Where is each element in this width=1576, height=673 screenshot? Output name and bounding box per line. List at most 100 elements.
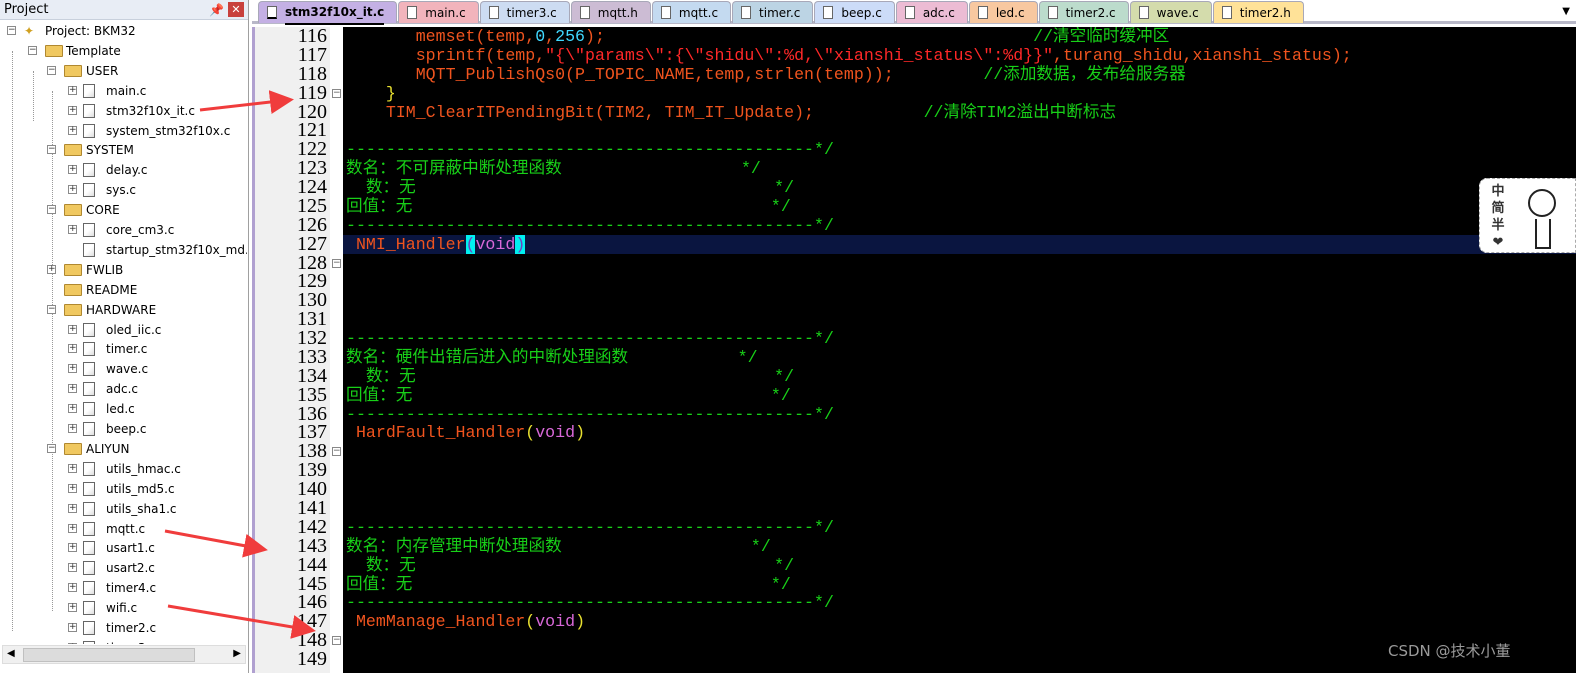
code-line[interactable] [343, 254, 1576, 273]
tree-item-delay-c[interactable]: + delay.c [0, 160, 247, 180]
code-line[interactable]: ----------------------------------------… [343, 518, 1576, 537]
floating-ime-widget[interactable]: 中简半 ❤ [1479, 178, 1576, 253]
expand-icon[interactable]: + [68, 364, 77, 374]
tree-item-core[interactable]: − CORE [0, 200, 247, 220]
code-line[interactable]: ----------------------------------------… [343, 329, 1576, 348]
code-line[interactable]: MemManage_Handler(void) [343, 612, 1576, 631]
tree-item-oled-iic-c[interactable]: + oled_iic.c [0, 320, 247, 340]
tree-item-beep-c[interactable]: + beep.c [0, 419, 247, 439]
expand-icon[interactable]: + [68, 603, 77, 613]
expand-icon[interactable]: + [47, 264, 56, 274]
tree-item-stm32f10x-it-c[interactable]: + stm32f10x_it.c [0, 101, 247, 121]
code-line[interactable]: 回值：无 */ [343, 575, 1576, 594]
code-line[interactable]: NMI_Handler(void) [343, 234, 1576, 254]
tab-led-c[interactable]: led.c [968, 1, 1038, 23]
code-editor[interactable]: 116 117 118 119 120 121 122 123 124 125 126 127 128 1… [252, 26, 1576, 673]
code-line[interactable] [343, 310, 1576, 329]
tree-item-timer2-c[interactable]: + timer2.c [0, 618, 247, 638]
expand-icon[interactable]: + [68, 85, 77, 95]
tree-item-utils-md5-c[interactable]: + utils_md5.c [0, 479, 247, 499]
collapse-icon[interactable]: − [47, 145, 56, 155]
code-line[interactable]: 回值：无 */ [343, 197, 1576, 216]
code-line[interactable]: } [343, 84, 1576, 103]
tree-item-aliyun[interactable]: − ALIYUN [0, 439, 247, 459]
expand-icon[interactable]: + [68, 424, 77, 433]
tree-item-timer4-c[interactable]: + timer4.c [0, 578, 247, 598]
tree-item-system[interactable]: − SYSTEM [0, 140, 247, 160]
expand-icon[interactable]: + [68, 125, 77, 135]
tree-item-wave-c[interactable]: + wave.c [0, 359, 247, 379]
code-line[interactable]: 回值：无 */ [343, 386, 1576, 405]
scroll-left-icon[interactable]: ◀ [7, 648, 15, 659]
expand-icon[interactable]: + [68, 543, 77, 553]
code-line[interactable] [343, 461, 1576, 480]
expand-icon[interactable]: + [68, 185, 77, 195]
tab-mqtt-c[interactable]: mqtt.c [651, 1, 732, 23]
tree-item-timer-c[interactable]: + timer.c [0, 339, 247, 359]
tab-timer3-c[interactable]: timer3.c [479, 1, 570, 23]
tree-item-core-cm3-c[interactable]: + core_cm3.c [0, 220, 247, 240]
code-line[interactable]: 数名：内存管理中断处理函数 */ [343, 537, 1576, 556]
tab-mqtt-h[interactable]: mqtt.h [570, 1, 651, 23]
fold-collapse-icon[interactable]: − [332, 636, 341, 646]
code-line[interactable]: 数：无 */ [343, 367, 1576, 386]
code-line[interactable] [343, 442, 1576, 461]
tab-timer-c[interactable]: timer.c [732, 1, 814, 23]
tab-list-dropdown-icon[interactable]: ▼ [1562, 6, 1570, 17]
tab-timer2-h[interactable]: timer2.h [1212, 1, 1304, 23]
expand-icon[interactable]: + [68, 384, 77, 394]
tree-item-startup-stm32f10x-md-s[interactable]: startup_stm32f10x_md.s [0, 240, 247, 260]
tree-item-readme[interactable]: README [0, 280, 247, 300]
code-line[interactable] [343, 272, 1576, 291]
expand-icon[interactable]: + [68, 642, 77, 644]
code-line[interactable]: TIM_ClearITPendingBit(TIM2, TIM_IT_Updat… [343, 103, 1576, 122]
tab-main-c[interactable]: main.c [398, 1, 479, 23]
code-line[interactable]: ----------------------------------------… [343, 593, 1576, 612]
collapse-icon[interactable]: − [47, 304, 56, 314]
collapse-icon[interactable]: − [28, 45, 37, 55]
tab-stm32f10x-it-c[interactable]: stm32f10x_it.c [258, 1, 398, 25]
tab-timer2-c[interactable]: timer2.c [1038, 1, 1129, 23]
tree-item-adc-c[interactable]: + adc.c [0, 379, 247, 399]
tree-item-led-c[interactable]: + led.c [0, 399, 247, 419]
expand-icon[interactable]: + [68, 165, 77, 175]
expand-icon[interactable]: + [68, 324, 77, 334]
expand-icon[interactable]: + [68, 225, 77, 234]
fold-collapse-icon[interactable]: − [332, 258, 341, 268]
code-area[interactable]: memset(temp,0,256); //清空临时缓冲区 sprintf(te… [343, 27, 1576, 673]
code-line[interactable]: ----------------------------------------… [343, 216, 1576, 235]
code-line[interactable] [343, 121, 1576, 140]
tree-item-system-stm32f10x-c[interactable]: + system_stm32f10x.c [0, 121, 247, 141]
expand-icon[interactable]: + [68, 404, 77, 414]
tree-item-usart2-c[interactable]: + usart2.c [0, 558, 247, 578]
tab-wave-c[interactable]: wave.c [1129, 1, 1212, 23]
expand-icon[interactable]: + [68, 463, 77, 473]
code-line[interactable]: MQTT_PublishQs0(P_TOPIC_NAME,temp,strlen… [343, 65, 1576, 84]
collapse-icon[interactable]: − [7, 26, 16, 35]
tab-beep-c[interactable]: beep.c [814, 1, 895, 23]
expand-icon[interactable]: + [68, 483, 77, 493]
scrollbar-thumb[interactable] [23, 648, 195, 662]
expand-icon[interactable]: + [68, 563, 77, 573]
close-icon[interactable]: ✕ [228, 2, 244, 17]
code-line[interactable] [343, 291, 1576, 310]
code-line[interactable]: sprintf(temp,"{\"params\":{\"shidu\":%d,… [343, 46, 1576, 65]
expand-icon[interactable]: + [68, 623, 77, 632]
code-line[interactable] [343, 480, 1576, 499]
code-line[interactable]: ----------------------------------------… [343, 140, 1576, 159]
expand-icon[interactable]: + [68, 344, 77, 354]
code-line[interactable]: memset(temp,0,256); //清空临时缓冲区 [343, 27, 1576, 46]
tree-item-wifi-c[interactable]: + wifi.c [0, 598, 247, 618]
tree-item-utils-sha1-c[interactable]: + utils_sha1.c [0, 499, 247, 519]
pin-icon[interactable]: 📌 [209, 1, 224, 20]
collapse-icon[interactable]: − [47, 443, 56, 453]
tree-item-timer3-c[interactable]: + timer3.c [0, 638, 247, 644]
expand-icon[interactable]: + [68, 523, 77, 533]
tree-item-fwlib[interactable]: + FWLIB [0, 260, 247, 280]
code-line[interactable]: 数名：不可屏蔽中断处理函数 */ [343, 159, 1576, 178]
tree-item-template[interactable]: − Template [0, 41, 247, 61]
tree-item-mqtt-c[interactable]: + mqtt.c [0, 519, 247, 539]
tree-item-sys-c[interactable]: + sys.c [0, 180, 247, 200]
code-line[interactable] [343, 499, 1576, 518]
expand-icon[interactable]: + [68, 583, 77, 593]
